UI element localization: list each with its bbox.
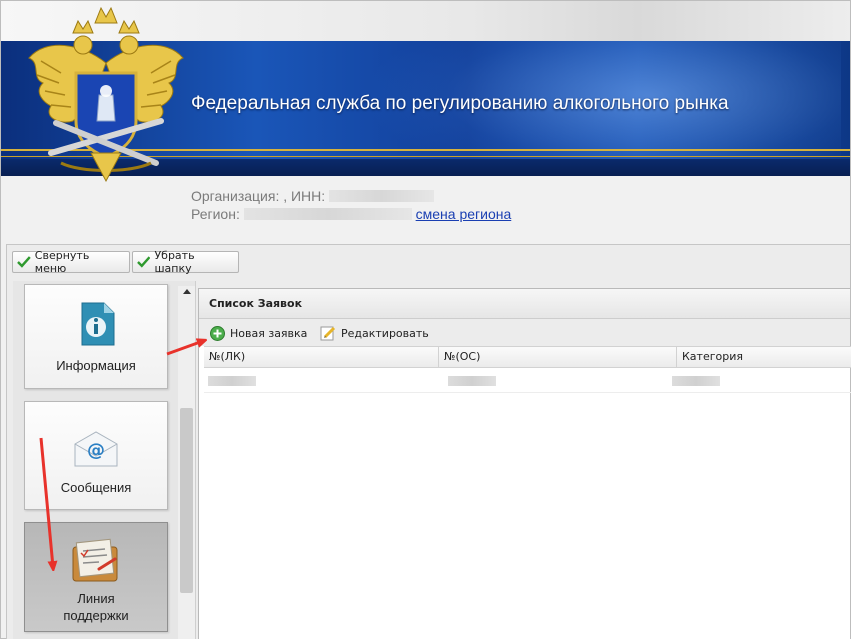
organization-inn-redacted [329,190,435,202]
support-clipboard-icon [72,538,118,582]
add-plus-icon [210,325,225,341]
menu-item-support-label-line2: поддержки [63,608,129,623]
edit-label: Редактировать [341,326,429,340]
checkmark-icon [17,256,31,268]
grid-header: №(ЛК) №(ОС) Категория [204,346,851,368]
coat-of-arms-icon [28,6,184,183]
scrollbar-thumb[interactable] [180,408,193,593]
hide-header-label: Убрать шапку [154,249,195,275]
requests-panel: Список Заявок Новая заявка Редактировать… [198,288,851,639]
region-value-redacted [243,208,412,220]
panel-title: Список Заявок [209,297,303,310]
menu-item-support-line[interactable]: Линия поддержки [24,522,168,632]
menu-item-information-label: Информация [56,358,136,373]
menu-item-messages-label: Сообщения [60,480,132,495]
change-region-link[interactable]: смена региона [416,206,512,222]
cell-lk-redacted [208,376,256,386]
region-line: Регион: смена региона [191,205,511,223]
page-title: Федеральная служба по регулированию алко… [191,93,729,114]
table-row[interactable] [204,369,851,393]
cell-os-redacted [448,376,496,386]
organization-label: Организация: , ИНН: [191,188,326,204]
new-request-button[interactable]: Новая заявка [210,324,307,342]
email-envelope-icon: @ [74,431,118,467]
collapse-menu-button[interactable]: Свернуть меню [12,249,130,275]
panel-toolbar: Новая заявка Редактировать [199,319,850,346]
organization-line: Организация: , ИНН: [191,187,511,205]
column-header-category[interactable]: Категория [677,347,851,368]
checkmark-icon [137,256,151,268]
menu-item-messages[interactable]: @ Сообщения [24,401,168,510]
cell-category-redacted [672,376,720,386]
menu-item-information[interactable]: Информация [24,284,168,389]
info-document-icon [81,302,115,346]
organization-info: Организация: , ИНН: Регион: смена регион… [191,187,511,223]
menu-item-support-label-line1: Линия [77,591,115,606]
edit-button[interactable]: Редактировать [320,324,429,342]
panel-header: Список Заявок [199,289,850,319]
hide-header-button[interactable]: Убрать шапку [132,249,239,275]
new-request-label: Новая заявка [230,326,308,340]
region-label: Регион: [191,206,240,222]
collapse-menu-label: Свернуть меню [34,249,90,275]
column-header-lk[interactable]: №(ЛК) [204,347,439,368]
column-header-os[interactable]: №(ОС) [439,347,677,368]
scroll-up-icon[interactable] [183,289,191,294]
svg-text:@: @ [87,440,105,461]
edit-pencil-icon [320,326,336,341]
